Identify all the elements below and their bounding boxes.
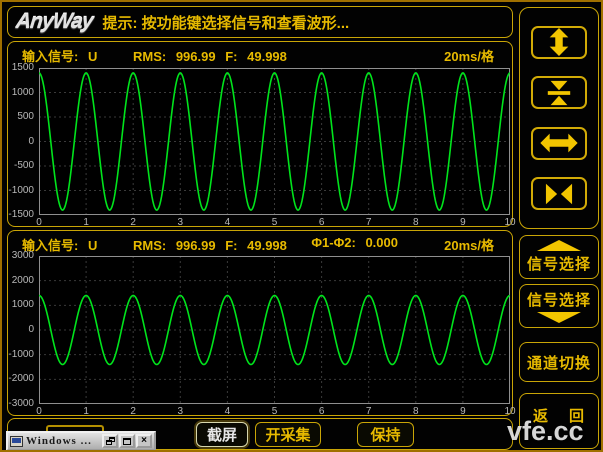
- rms-label: RMS:: [133, 238, 166, 253]
- y-tick-label: 500: [17, 112, 34, 122]
- x-tick-label: 8: [413, 217, 419, 228]
- signal-select-up-button[interactable]: 信号选择: [519, 235, 599, 279]
- maximize-icon: [123, 438, 131, 445]
- x-tick-label: 4: [225, 217, 231, 228]
- timebase-label: 20ms/格: [444, 235, 494, 254]
- anyway-logo: AnyWay: [15, 10, 94, 34]
- windows-app-icon: [10, 436, 23, 447]
- header-bar: AnyWay 提示: 按功能键选择信号和查看波形...: [7, 6, 513, 38]
- phase-readout: Φ1-Φ2: 0.000: [311, 235, 404, 250]
- panel2-header: 输入信号: U RMS: 996.99 F: 49.998 Φ1-Φ2: 0.0…: [22, 235, 506, 251]
- x-tick-label: 7: [366, 406, 372, 417]
- restore-icon: [106, 437, 115, 445]
- freq-value: 49.998: [247, 238, 287, 253]
- start-capture-button[interactable]: 开采集: [255, 422, 321, 447]
- compress-horizontal-button[interactable]: [531, 177, 587, 210]
- windows-title: Windows ...: [26, 435, 101, 447]
- windows-titlebar[interactable]: Windows ... ×: [6, 431, 156, 451]
- signal-value: U: [88, 49, 97, 64]
- y-tick-label: 2000: [12, 276, 34, 286]
- y-tick-label: -2000: [8, 374, 34, 384]
- x-tick-label: 9: [460, 406, 466, 417]
- y-tick-label: -500: [14, 161, 34, 171]
- freq-label: F:: [225, 49, 237, 64]
- timebase-label: 20ms/格: [444, 46, 494, 65]
- close-button[interactable]: ×: [136, 434, 152, 448]
- x-tick-label: 10: [504, 217, 515, 228]
- triangle-down-icon: [537, 312, 581, 323]
- expand-horizontal-button[interactable]: [531, 127, 587, 160]
- x-tick-label: 6: [319, 406, 325, 417]
- freq-label: F:: [225, 238, 237, 253]
- signal-select-down-label: 信号选择: [527, 289, 591, 310]
- y-tick-label: -1000: [8, 350, 34, 360]
- panel2-y-axis-labels: 3000200010000-1000-2000-3000: [8, 256, 37, 404]
- y-tick-label: -1000: [8, 186, 34, 196]
- y-tick-label: 0: [28, 137, 34, 147]
- y-tick-label: -3000: [8, 399, 34, 409]
- freq-value: 49.998: [247, 49, 287, 64]
- channel-switch-button[interactable]: 通道切换: [519, 342, 599, 382]
- triangle-up-icon: [537, 240, 581, 251]
- watermark: vfe.cc: [507, 416, 584, 447]
- x-tick-label: 1: [83, 406, 89, 417]
- x-tick-label: 8: [413, 406, 419, 417]
- x-tick-label: 9: [460, 217, 466, 228]
- rms-value: 996.99: [176, 238, 216, 253]
- channel-switch-label: 通道切换: [527, 352, 591, 373]
- expand-vertical-icon: [539, 28, 579, 56]
- waveform-panel-top: 输入信号: U RMS: 996.99 F: 49.998 20ms/格 150…: [7, 41, 513, 227]
- x-tick-label: 5: [272, 217, 278, 228]
- x-tick-label: 0: [36, 406, 42, 417]
- phase-value: 0.000: [365, 235, 398, 250]
- screenshot-button[interactable]: 截屏: [196, 422, 248, 447]
- panel2-x-axis-labels: 012345678910: [39, 406, 510, 418]
- y-tick-label: 0: [28, 325, 34, 335]
- signal-value: U: [88, 238, 97, 253]
- signal-select-up-label: 信号选择: [527, 253, 591, 274]
- y-tick-label: 3000: [12, 251, 34, 261]
- phase-label: Φ1-Φ2:: [311, 235, 355, 250]
- x-tick-label: 1: [83, 217, 89, 228]
- maximize-button[interactable]: [119, 434, 135, 448]
- waveform-plot-top: [39, 68, 510, 215]
- expand-horizontal-icon: [539, 129, 579, 157]
- x-tick-label: 0: [36, 217, 42, 228]
- compress-vertical-icon: [539, 79, 579, 107]
- x-tick-label: 2: [130, 406, 136, 417]
- x-tick-label: 2: [130, 217, 136, 228]
- oscilloscope-app: AnyWay 提示: 按功能键选择信号和查看波形... 输入信号: U RMS:…: [0, 0, 603, 452]
- x-tick-label: 3: [178, 406, 184, 417]
- waveform-panel-bottom: 输入信号: U RMS: 996.99 F: 49.998 Φ1-Φ2: 0.0…: [7, 230, 513, 416]
- y-tick-label: 1500: [12, 63, 34, 73]
- panel1-x-axis-labels: 012345678910: [39, 217, 510, 229]
- compress-horizontal-icon: [539, 180, 579, 208]
- restore-button[interactable]: [102, 434, 118, 448]
- close-icon: ×: [141, 436, 147, 446]
- x-tick-label: 6: [319, 217, 325, 228]
- x-tick-label: 5: [272, 406, 278, 417]
- zoom-button-group: [519, 7, 599, 229]
- y-tick-label: 1000: [12, 88, 34, 98]
- x-tick-label: 7: [366, 217, 372, 228]
- x-tick-label: 3: [178, 217, 184, 228]
- y-tick-label: 1000: [12, 300, 34, 310]
- y-tick-label: -1500: [8, 210, 34, 220]
- panel1-y-axis-labels: 150010005000-500-1000-1500: [8, 68, 37, 215]
- hold-button[interactable]: 保持: [357, 422, 414, 447]
- panel1-header: 输入信号: U RMS: 996.99 F: 49.998 20ms/格: [22, 46, 506, 62]
- waveform-plot-bottom: [39, 256, 510, 404]
- rms-label: RMS:: [133, 49, 166, 64]
- compress-vertical-button[interactable]: [531, 76, 587, 109]
- hint-text: 提示: 按功能键选择信号和查看波形...: [102, 12, 349, 33]
- x-tick-label: 4: [225, 406, 231, 417]
- signal-select-down-button[interactable]: 信号选择: [519, 284, 599, 328]
- rms-value: 996.99: [176, 49, 216, 64]
- expand-vertical-button[interactable]: [531, 26, 587, 59]
